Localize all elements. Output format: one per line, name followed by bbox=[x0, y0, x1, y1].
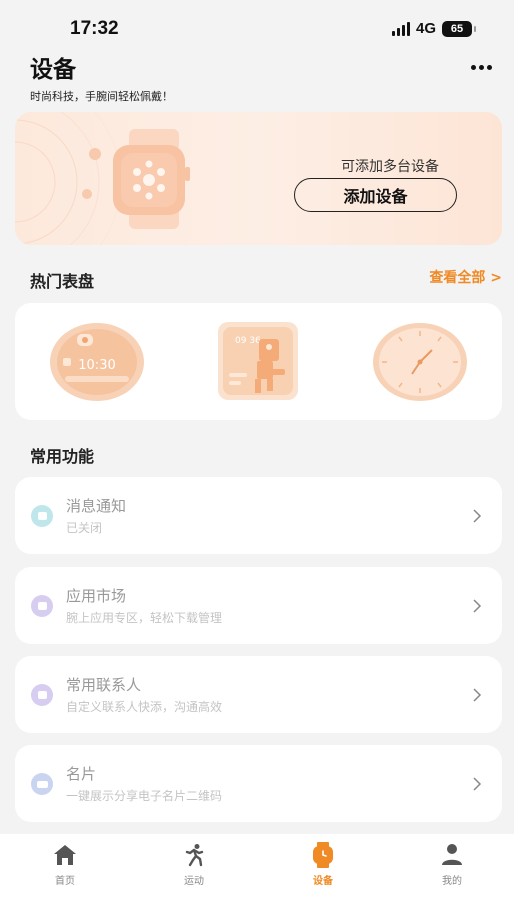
user-icon bbox=[439, 842, 465, 868]
watch-icon bbox=[310, 842, 336, 868]
dial-card: 10:30 09 36 bbox=[15, 303, 502, 420]
feature-message-notification[interactable]: 消息通知 已关闭 bbox=[15, 477, 502, 554]
status-time: 17:32 bbox=[70, 18, 119, 39]
chevron-right-icon bbox=[473, 509, 482, 523]
home-icon bbox=[52, 842, 78, 868]
contact-icon bbox=[31, 684, 53, 706]
smartwatch-icon bbox=[113, 129, 190, 229]
bottom-tab-bar: 首页 运动 设备 我的 bbox=[0, 834, 514, 901]
dial-round-digital[interactable]: 10:30 bbox=[49, 322, 145, 402]
feature-desc: 自定义联系人快添，沟通高效 bbox=[66, 700, 223, 714]
bag-icon bbox=[31, 595, 53, 617]
popular-dials-title: 热门表盘 bbox=[30, 272, 95, 291]
status-bar: 17:32 4G 65 bbox=[0, 0, 514, 56]
tab-home[interactable]: 首页 bbox=[35, 842, 95, 892]
chevron-right-icon bbox=[473, 777, 482, 791]
more-button[interactable] bbox=[468, 58, 494, 76]
features-title: 常用功能 bbox=[30, 447, 95, 466]
chevron-right-icon bbox=[473, 599, 482, 613]
status-indicators: 4G 65 bbox=[391, 20, 476, 37]
tab-label: 我的 bbox=[442, 876, 462, 887]
tab-label: 首页 bbox=[55, 876, 75, 887]
svg-text:10:30: 10:30 bbox=[78, 358, 115, 373]
tab-sport[interactable]: 运动 bbox=[164, 842, 224, 892]
feature-name: 消息通知 bbox=[66, 497, 127, 515]
run-icon bbox=[181, 842, 207, 868]
feature-desc: 已关闭 bbox=[66, 521, 103, 535]
page-subtitle: 时尚科技，手腕间轻松佩戴！ bbox=[30, 90, 173, 103]
dial-round-analog[interactable] bbox=[372, 322, 468, 402]
message-icon bbox=[31, 505, 53, 527]
banner-tip: 可添加多台设备 bbox=[341, 159, 439, 175]
feature-name: 名片 bbox=[66, 765, 97, 783]
tab-label: 设备 bbox=[313, 876, 333, 887]
feature-name: 应用市场 bbox=[66, 587, 127, 605]
add-device-banner: 可添加多台设备 添加设备 bbox=[15, 112, 502, 245]
feature-contacts[interactable]: 常用联系人 自定义联系人快添，沟通高效 bbox=[15, 656, 502, 733]
network-type: 4G bbox=[415, 20, 436, 37]
battery-icon: 65 bbox=[442, 20, 476, 37]
add-device-button[interactable]: 添加设备 bbox=[294, 178, 457, 212]
tab-device[interactable]: 设备 bbox=[293, 842, 353, 892]
card-icon bbox=[31, 773, 53, 795]
feature-desc: 一键展示分享电子名片二维码 bbox=[66, 789, 223, 803]
tab-me[interactable]: 我的 bbox=[422, 842, 482, 892]
signal-icon bbox=[391, 21, 410, 36]
chevron-right-icon bbox=[473, 688, 482, 702]
view-all-link[interactable]: 查看全部 > bbox=[429, 267, 502, 287]
dial-square-character[interactable]: 09 36 bbox=[217, 321, 299, 401]
tab-label: 运动 bbox=[184, 876, 204, 887]
feature-name: 常用联系人 bbox=[66, 676, 142, 694]
feature-app-market[interactable]: 应用市场 腕上应用专区，轻松下载管理 bbox=[15, 567, 502, 644]
feature-desc: 腕上应用专区，轻松下载管理 bbox=[66, 611, 223, 625]
svg-text:09 36: 09 36 bbox=[235, 336, 261, 346]
page-title: 设备 bbox=[30, 57, 76, 83]
feature-business-card[interactable]: 名片 一键展示分享电子名片二维码 bbox=[15, 745, 502, 822]
